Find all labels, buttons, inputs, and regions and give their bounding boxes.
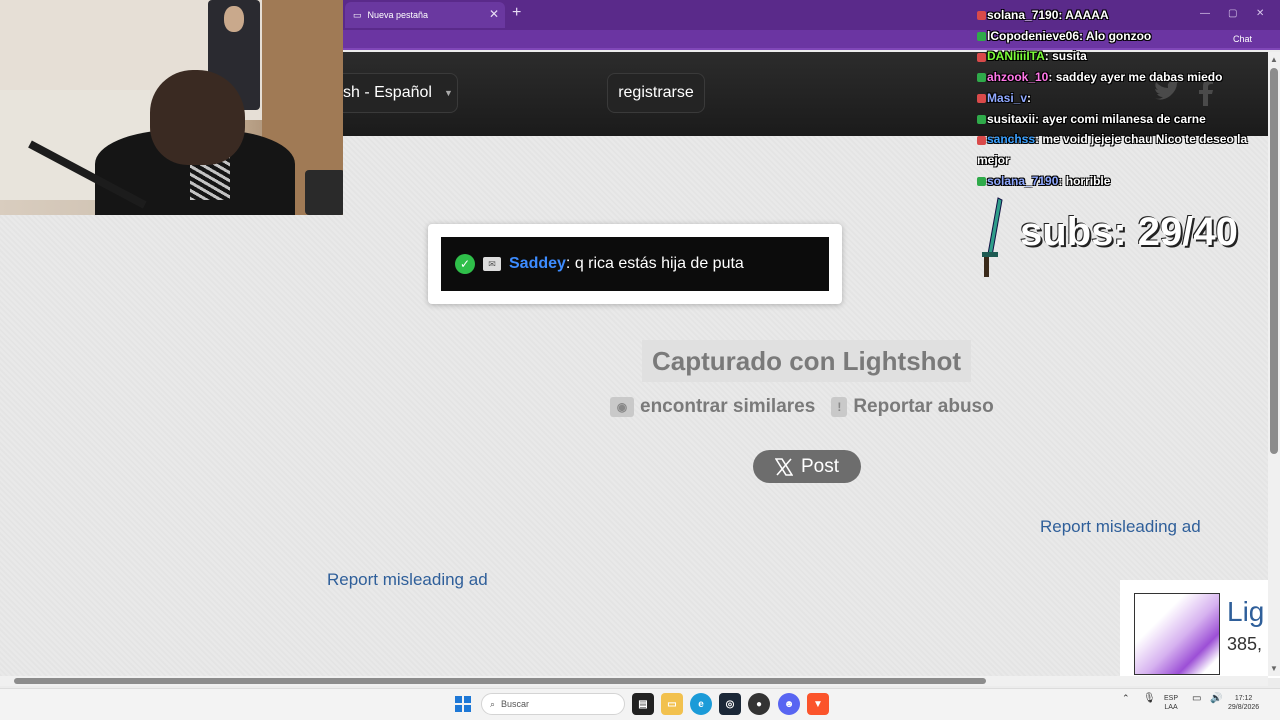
register-button[interactable]: registrarse — [607, 73, 705, 113]
chat-username: DANIiiiITA — [987, 49, 1045, 64]
chat-badge-icon — [977, 32, 986, 42]
report-abuse-label: Reportar abuso — [853, 396, 994, 417]
new-tab-button[interactable]: + — [512, 4, 521, 22]
chat-badge-icon — [977, 114, 986, 124]
webcam-overlay — [0, 0, 343, 215]
clipboard-icon: ! — [831, 397, 848, 417]
chat-separator: : — [1079, 28, 1086, 43]
ad-title: Lig — [1227, 596, 1265, 627]
chat-text: susita — [1052, 49, 1087, 64]
find-similar-link[interactable]: ◉ encontrar similares — [610, 396, 815, 418]
camera-icon: ◉ — [610, 397, 634, 417]
chat-separator: : — [1048, 70, 1056, 85]
scroll-down-icon[interactable]: ▼ — [1270, 664, 1278, 673]
chat-badge-icon — [977, 11, 986, 21]
chat-message-line: susitaxii: ayer comi milanesa de carne — [977, 109, 1262, 130]
taskbar-search[interactable]: ⌕ Buscar — [481, 693, 625, 715]
chat-message-line: solana_7190: horrible — [977, 171, 1262, 192]
captured-label: Capturado con Lightshot — [642, 340, 972, 382]
chat-username: ahzook_10 — [987, 70, 1049, 85]
report-misleading-ad-link[interactable]: Report misleading ad — [1040, 517, 1201, 537]
envelope-icon: ✉ — [483, 257, 501, 271]
chat-text: ayer comi milanesa de carne — [1042, 111, 1206, 126]
chat-username: Saddey — [509, 255, 566, 272]
page-icon: ▭ — [353, 9, 362, 20]
discord-icon[interactable]: ☻ — [778, 693, 800, 715]
chat-username: susitaxii — [987, 111, 1036, 126]
chat-badge-icon — [977, 94, 986, 104]
chat-separator: : — [1058, 173, 1066, 188]
clock-time: 17:12 — [1234, 695, 1253, 702]
verified-check-icon: ✓ — [455, 254, 475, 274]
report-misleading-ad-link[interactable]: Report misleading ad — [327, 570, 488, 590]
browser-tab[interactable]: ▭ Nueva pestaña ✕ — [345, 2, 505, 28]
chat-badge-icon — [977, 176, 986, 186]
notes-app-icon[interactable]: ▤ — [632, 693, 654, 715]
chat-username: lCopodenieve06 — [987, 28, 1080, 43]
chat-message-line: lCopodenieve06: Alo gonzoo — [977, 26, 1262, 47]
subs-counter: subs: 29/40 — [1020, 210, 1238, 254]
volume-icon[interactable]: 🔊 — [1210, 694, 1222, 704]
obs-icon[interactable]: ● — [748, 693, 770, 715]
network-icon[interactable]: ▭ — [1192, 694, 1201, 704]
steam-icon[interactable]: ◎ — [719, 693, 741, 715]
tab-close-icon[interactable]: ✕ — [489, 7, 499, 21]
ad-subtitle: 385, — [1227, 634, 1263, 654]
language-code: ESP — [1164, 695, 1179, 702]
screenshot-image[interactable]: ✓ ✉ Saddey: q rica estás hija de puta — [441, 237, 829, 291]
report-abuse-link[interactable]: ! Reportar abuso — [831, 396, 994, 418]
chat-text: horrible — [1065, 173, 1111, 188]
chat-text: saddey ayer me dabas miedo — [1055, 70, 1223, 85]
chat-text: Alo gonzoo — [1085, 28, 1152, 43]
chat-username: solana_7190 — [987, 8, 1059, 22]
chat-message-line: Masi_v: — [977, 88, 1262, 109]
stream-chat: solana_7190: AAAAA lCopodenieve06: Alo go… — [977, 5, 1262, 191]
action-row: ◉ encontrar similares ! Reportar abuso — [610, 396, 994, 418]
post-label: Post — [800, 455, 840, 477]
chat-text: AAAAA — [1065, 8, 1109, 22]
chat-username: Masi_v — [987, 90, 1028, 105]
chat-message: : q rica estás hija de puta — [565, 255, 744, 272]
search-icon: ⌕ — [490, 698, 496, 709]
lightshot-feather-logo — [1134, 593, 1220, 675]
find-similar-label: encontrar similares — [640, 396, 816, 417]
file-explorer-icon[interactable]: ▭ — [661, 693, 683, 715]
keyboard-layout: LAA — [1164, 704, 1178, 711]
brave-browser-icon[interactable]: ▼ — [807, 693, 829, 715]
chat-message-line: DANIiiiITA: susita — [977, 46, 1262, 67]
clock[interactable]: 17:12 29/8/2026 — [1228, 694, 1259, 712]
language-label: sh - Español — [343, 84, 432, 101]
x-post-button[interactable]: Post — [753, 450, 861, 483]
chevron-up-icon[interactable]: ⌃ — [1122, 694, 1130, 703]
horizontal-scroll-thumb[interactable] — [14, 678, 986, 684]
chat-badge-icon — [977, 73, 986, 83]
language-select[interactable]: sh - Español ▼ — [330, 73, 458, 113]
vertical-scroll-thumb[interactable] — [1270, 68, 1278, 454]
chat-username: solana_7190 — [987, 173, 1059, 188]
language-indicator[interactable]: ESP LAA — [1164, 694, 1178, 712]
x-logo-icon — [774, 457, 793, 476]
tab-title: Nueva pestaña — [367, 10, 429, 20]
sword-icon — [982, 197, 1003, 277]
caret-down-icon: ▼ — [443, 88, 453, 98]
microphone-icon[interactable]: 🎙 — [1143, 694, 1156, 704]
chat-username: sanchss — [987, 132, 1036, 147]
webcam-drum — [305, 170, 343, 215]
streamer-head — [150, 70, 245, 165]
chat-badge-icon — [977, 135, 986, 145]
chat-separator: : — [1027, 90, 1032, 105]
chat-message-line: solana_7190: AAAAA — [977, 5, 1262, 26]
chat-message-line: sanchss: me void jejeje chau Nico te des… — [977, 129, 1262, 170]
chat-message-line: ahzook_10: saddey ayer me dabas miedo — [977, 67, 1262, 88]
clock-date: 29/8/2026 — [1228, 704, 1260, 711]
chat-badge-icon — [977, 52, 986, 62]
search-placeholder: Buscar — [501, 699, 530, 709]
edge-browser-icon[interactable]: e — [690, 693, 712, 715]
windows-start-icon[interactable] — [452, 693, 474, 715]
scroll-up-icon[interactable]: ▲ — [1270, 55, 1278, 64]
